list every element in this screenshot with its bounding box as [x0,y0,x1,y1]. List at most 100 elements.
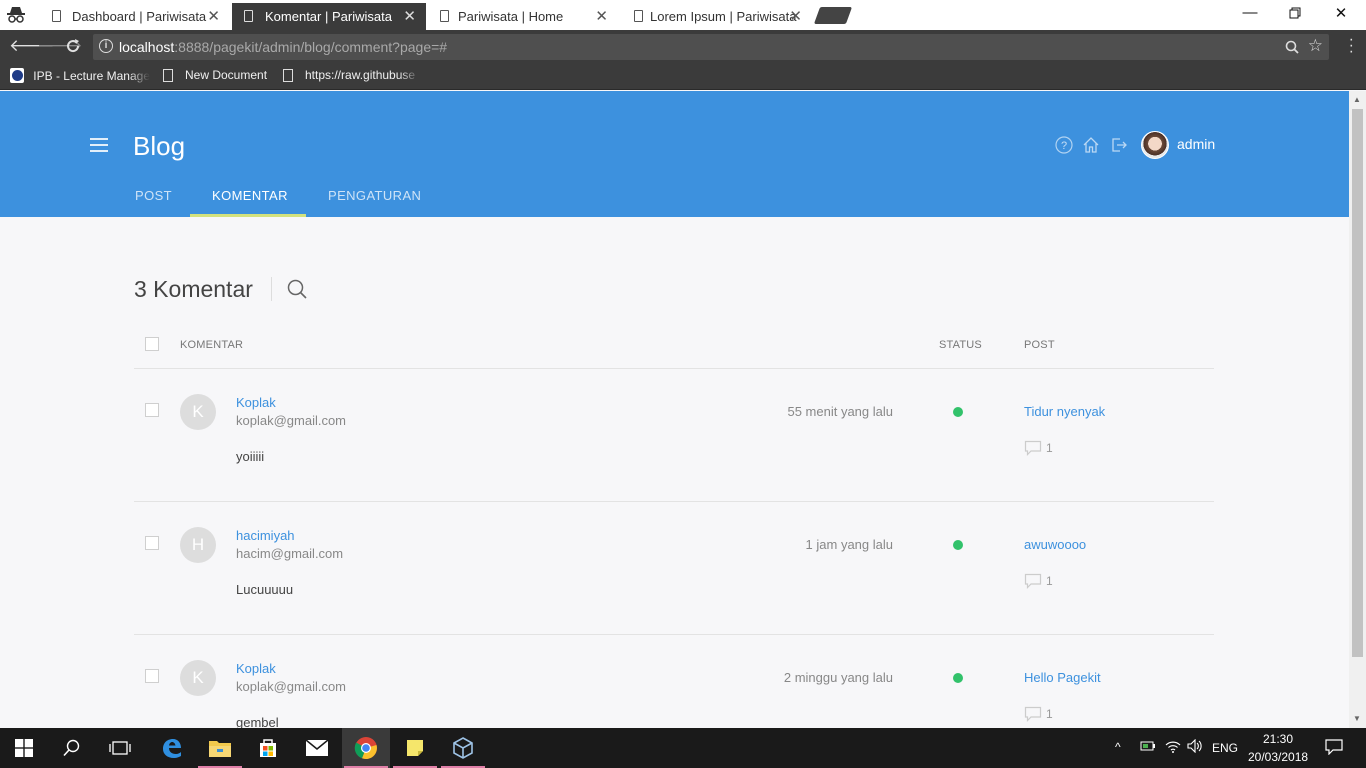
row-checkbox[interactable] [145,669,159,683]
restore-button[interactable] [1272,4,1318,23]
clock-time[interactable]: 21:30 [1263,732,1293,746]
scrollbar-thumb[interactable] [1352,109,1363,657]
close-tab-icon[interactable]: ✕ [207,7,220,25]
close-tab-icon[interactable]: ✕ [403,7,416,25]
search-taskbar-icon[interactable] [48,728,96,768]
comment-count-link[interactable]: 1 [1024,440,1053,456]
document-icon [283,68,293,82]
bookmark-star-icon[interactable]: ☆ [1308,36,1323,56]
author-avatar: K [180,660,216,696]
url-text[interactable]: localhost:8888/pagekit/admin/blog/commen… [119,39,447,55]
search-icon[interactable] [287,279,307,299]
document-icon [163,68,173,82]
comment-bubble-icon [1024,573,1042,589]
comment-time[interactable]: 55 menit yang lalu [787,404,893,419]
status-approved-icon[interactable] [953,407,963,417]
bookmark-label: https://raw.githubuse [305,68,416,82]
comment-bubble-icon [1024,706,1042,722]
page-favicon-icon [52,10,61,22]
close-tab-icon[interactable]: ✕ [789,7,802,25]
close-window-button[interactable]: ✕ [1318,4,1364,22]
edge-browser-icon[interactable] [148,728,196,768]
user-name[interactable]: admin [1177,136,1215,152]
post-link[interactable]: awuwoooo [1024,537,1086,552]
tab-title: Pariwisata | Home [458,9,564,24]
ipb-logo-icon [10,68,25,83]
page-scrollbar[interactable]: ▲ ▼ [1349,91,1366,728]
row-checkbox[interactable] [145,536,159,550]
chrome-icon[interactable] [342,728,390,768]
tab-post[interactable]: POST [135,188,172,203]
incognito-icon [6,6,26,24]
wifi-icon[interactable] [1165,740,1181,757]
close-tab-icon[interactable]: ✕ [595,7,608,25]
comment-bubble-icon [1024,440,1042,456]
table-divider [134,368,1214,369]
tab-pengaturan[interactable]: PENGATURAN [328,188,421,203]
action-center-icon[interactable] [1325,739,1343,758]
start-button[interactable] [0,728,48,768]
column-header-post: POST [1024,339,1055,351]
status-approved-icon[interactable] [953,540,963,550]
title-divider [271,277,272,301]
volume-icon[interactable] [1187,738,1203,756]
comment-author-link[interactable]: Koplak [236,661,276,676]
menu-icon[interactable] [90,138,108,152]
row-checkbox[interactable] [145,403,159,417]
reload-icon[interactable] [65,36,81,59]
comment-author-email: hacim@gmail.com [236,546,344,561]
page-favicon-icon [244,10,253,22]
comment-content: gembel [236,715,279,728]
post-link[interactable]: Hello Pagekit [1024,670,1101,685]
clock-date[interactable]: 20/03/2018 [1248,750,1308,764]
windows-logo-icon [15,739,33,757]
zoom-icon[interactable] [1285,37,1299,58]
browser-tab-lorem[interactable]: Lorem Ipsum | Pariwisata ✕ [622,3,812,30]
scroll-down-icon[interactable]: ▼ [1353,714,1361,723]
store-icon[interactable] [244,728,292,768]
sticky-notes-icon[interactable] [391,728,439,768]
virtualbox-icon[interactable] [439,728,487,768]
post-link[interactable]: Tidur nyenyak [1024,404,1105,419]
input-language[interactable]: ENG [1212,741,1238,755]
browser-tab-komentar[interactable]: Komentar | Pariwisata ✕ [232,3,426,30]
tab-komentar[interactable]: KOMENTAR [212,188,288,203]
status-approved-icon[interactable] [953,673,963,683]
tab-title: Komentar | Pariwisata [265,9,392,24]
comment-author-link[interactable]: hacimiyah [236,528,295,543]
show-hidden-icons[interactable]: ^ [1115,740,1121,754]
home-icon[interactable] [1082,136,1100,154]
logout-icon[interactable] [1110,136,1128,154]
scroll-up-icon[interactable]: ▲ [1353,95,1361,104]
new-tab-button[interactable] [813,7,853,24]
user-avatar[interactable] [1141,131,1169,159]
mail-icon[interactable] [293,728,341,768]
comment-count-link[interactable]: 1 [1024,573,1053,589]
browser-menu-icon[interactable]: · · · [1349,32,1354,60]
comment-author-link[interactable]: Koplak [236,395,276,410]
bookmark-new-document[interactable]: New Document [160,68,267,82]
help-icon[interactable]: ? [1055,136,1073,154]
bookmark-ipb[interactable]: IPB - Lecture Manage [10,68,150,83]
select-all-checkbox[interactable] [145,337,159,351]
browser-tab-home[interactable]: Pariwisata | Home ✕ [428,3,618,30]
comment-time[interactable]: 2 minggu yang lalu [784,670,893,685]
comment-time[interactable]: 1 jam yang lalu [806,537,893,552]
address-bar[interactable]: i localhost:8888/pagekit/admin/blog/comm… [93,34,1329,60]
svg-text:?: ? [1061,140,1067,152]
row-divider [134,501,1214,502]
comments-count-title: 3 Komentar [134,276,253,302]
browser-tab-strip: Dashboard | Pariwisata ✕ Komentar | Pari… [0,0,1366,30]
author-avatar: H [180,527,216,563]
minimize-button[interactable]: — [1227,4,1273,21]
comment-author-email: koplak@gmail.com [236,679,347,694]
site-info-icon[interactable]: i [99,39,113,53]
browser-tab-dashboard[interactable]: Dashboard | Pariwisata ✕ [40,3,230,30]
task-view-icon[interactable] [96,728,144,768]
file-explorer-icon[interactable] [196,728,244,768]
battery-icon[interactable] [1140,740,1156,755]
page-title: Blog [133,131,186,161]
bookmark-github-raw[interactable]: https://raw.githubuse [280,68,420,82]
comment-count-link[interactable]: 1 [1024,706,1053,722]
bookmark-label: New Document [185,68,268,82]
